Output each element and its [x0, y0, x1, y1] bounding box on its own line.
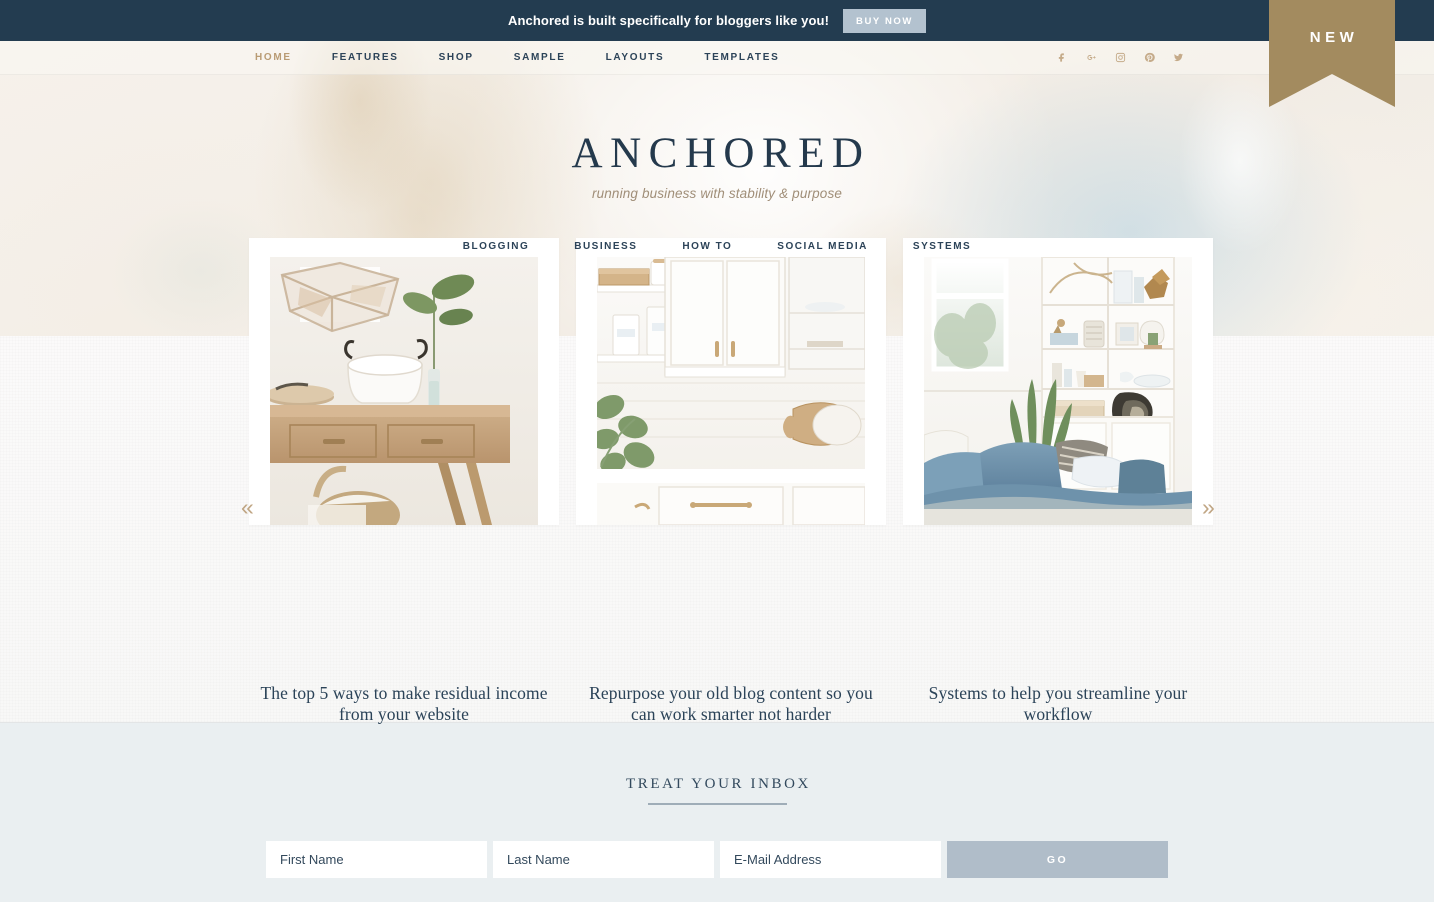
nav-item-shop[interactable]: SHOP	[439, 52, 474, 63]
announcement-bar: Anchored is built specifically for blogg…	[0, 0, 1434, 41]
post-card-list	[249, 238, 1213, 525]
post-card[interactable]	[576, 238, 886, 525]
post-carousel: « » The top 5 ways to make residual inco…	[0, 238, 1434, 724]
main-nav-links: HOME FEATURES SHOP SAMPLE LAYOUTS TEMPLA…	[255, 52, 779, 63]
post-thumbnail	[597, 257, 865, 525]
post-thumbnail	[270, 257, 538, 525]
post-title[interactable]: Repurpose your old blog content so you c…	[576, 652, 886, 724]
category-navigation: BLOGGING BUSINESS HOW TO SOCIAL MEDIA SY…	[0, 241, 1434, 252]
facebook-icon[interactable]	[1054, 50, 1070, 66]
site-branding: ANCHORED running business with stability…	[0, 75, 1434, 201]
post-title-list: The top 5 ways to make residual income f…	[249, 652, 1213, 724]
category-item-business[interactable]: BUSINESS	[574, 241, 637, 252]
newsletter-heading: TREAT YOUR INBOX	[626, 776, 811, 792]
twitter-icon[interactable]	[1170, 50, 1186, 66]
buy-now-button[interactable]: BUY NOW	[843, 8, 926, 33]
email-input[interactable]	[720, 841, 941, 878]
social-links	[1054, 50, 1186, 66]
instagram-icon[interactable]	[1112, 50, 1128, 66]
carousel-next-icon[interactable]: »	[1202, 496, 1215, 519]
main-navigation: HOME FEATURES SHOP SAMPLE LAYOUTS TEMPLA…	[0, 41, 1434, 75]
post-card[interactable]	[903, 238, 1213, 525]
category-item-systems[interactable]: SYSTEMS	[913, 241, 971, 252]
category-item-blogging[interactable]: BLOGGING	[463, 241, 529, 252]
new-ribbon-badge[interactable]: NEW	[1269, 0, 1395, 107]
nav-item-sample[interactable]: SAMPLE	[514, 52, 566, 63]
posts-section: « » The top 5 ways to make residual inco…	[0, 238, 1434, 724]
site-tagline: running business with stability & purpos…	[591, 186, 843, 201]
category-item-social-media[interactable]: SOCIAL MEDIA	[777, 241, 868, 252]
nav-item-templates[interactable]: TEMPLATES	[704, 52, 779, 63]
post-card[interactable]	[249, 238, 559, 525]
post-title[interactable]: The top 5 ways to make residual income f…	[249, 652, 559, 724]
pinterest-icon[interactable]	[1141, 50, 1157, 66]
newsletter-section: TREAT YOUR INBOX GO By subscribing to ou…	[0, 723, 1434, 902]
post-title[interactable]: Systems to help you streamline your work…	[903, 652, 1213, 724]
newsletter-form: GO	[0, 841, 1434, 878]
newsletter-heading-rule	[647, 803, 787, 805]
newsletter-submit-button[interactable]: GO	[947, 841, 1168, 878]
google-plus-icon[interactable]	[1083, 50, 1099, 66]
new-ribbon-label: NEW	[1309, 28, 1359, 46]
post-title-cell: The top 5 ways to make residual income f…	[249, 652, 559, 724]
last-name-input[interactable]	[493, 841, 714, 878]
post-title-cell: Repurpose your old blog content so you c…	[576, 652, 886, 724]
announcement-text: Anchored is built specifically for blogg…	[508, 13, 830, 28]
nav-item-features[interactable]: FEATURES	[332, 52, 399, 63]
site-title[interactable]: ANCHORED	[564, 132, 871, 175]
post-thumbnail	[924, 257, 1192, 525]
post-title-cell: Systems to help you streamline your work…	[903, 652, 1213, 724]
category-item-how-to[interactable]: HOW TO	[682, 241, 732, 252]
carousel-prev-icon[interactable]: «	[241, 496, 254, 519]
first-name-input[interactable]	[266, 841, 487, 878]
nav-item-layouts[interactable]: LAYOUTS	[606, 52, 665, 63]
nav-item-home[interactable]: HOME	[255, 52, 292, 63]
